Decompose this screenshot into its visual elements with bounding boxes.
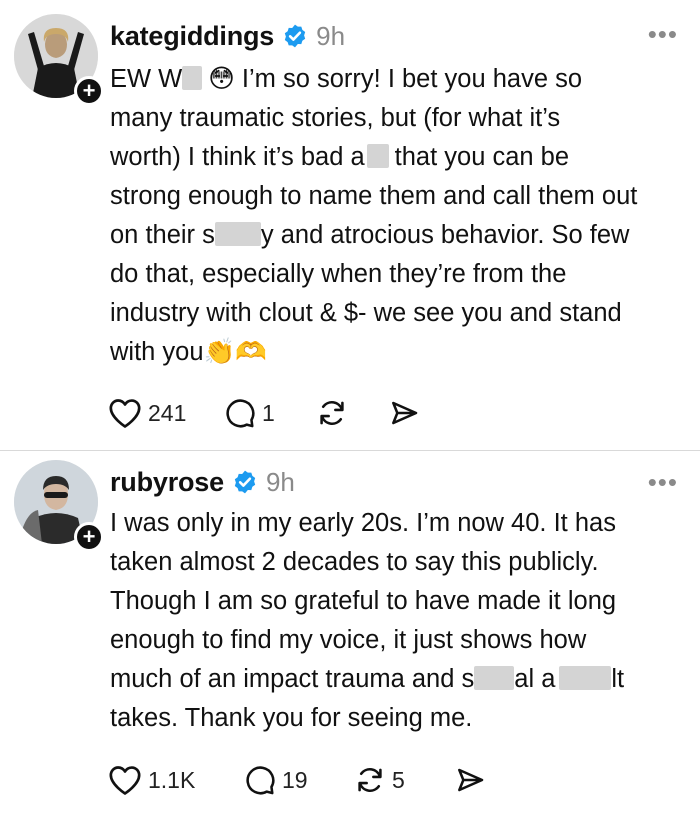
post-header: kategiddings 9h (110, 18, 345, 54)
more-options-icon[interactable]: ••• (648, 469, 678, 495)
verified-badge-icon (232, 469, 258, 495)
text-line: strong enough to name them and call them… (110, 182, 638, 210)
text-line: I was only in my early 20s. I’m now 40. … (110, 509, 616, 537)
repost-icon (320, 401, 344, 425)
username[interactable]: rubyrose (110, 467, 224, 498)
post-kategiddings: + kategiddings 9h ••• EW W 😳 I’m so sorry… (0, 0, 700, 450)
redaction (474, 666, 515, 690)
text-line: on their sy and atrocious behavior. So f… (110, 221, 630, 249)
post-text: EW W 😳 I’m so sorry! I bet you have so ma… (110, 60, 685, 372)
reply-count: 19 (282, 766, 308, 793)
heart-icon (109, 399, 141, 428)
reply-button[interactable]: 19 (244, 760, 354, 800)
share-icon (458, 768, 484, 792)
avatar-wrap[interactable]: + (14, 14, 104, 106)
like-count: 1.1K (148, 766, 196, 793)
text-line: EW W 😳 I’m so sorry! I bet you have so (110, 65, 583, 93)
share-icon (392, 401, 418, 425)
follow-plus-icon[interactable]: + (74, 76, 104, 106)
timestamp: 9h (265, 466, 295, 497)
like-button[interactable]: 241 (108, 393, 224, 433)
timestamp: 9h (316, 20, 346, 51)
repost-count: 5 (392, 766, 405, 793)
post-text: I was only in my early 20s. I’m now 40. … (110, 504, 685, 738)
repost-button[interactable] (316, 393, 388, 433)
repost-icon (358, 768, 382, 792)
repost-button[interactable]: 5 (354, 760, 454, 800)
redaction (182, 66, 203, 90)
heart-icon (109, 766, 141, 795)
reply-button[interactable]: 1 (224, 393, 316, 433)
reply-count: 1 (262, 399, 275, 426)
text-line: Though I am so grateful to have made it … (110, 587, 617, 615)
share-button[interactable] (388, 393, 420, 433)
share-button[interactable] (454, 760, 486, 800)
text-line: industry with clout & $- we see you and … (110, 299, 622, 327)
comment-icon (246, 766, 275, 795)
post-header: rubyrose 9h (110, 464, 295, 500)
more-options-icon[interactable]: ••• (648, 21, 678, 47)
text-line: enough to find my voice, it just shows h… (110, 626, 587, 654)
avatar-wrap[interactable]: + (14, 460, 104, 552)
redaction (214, 222, 261, 246)
like-button[interactable]: 1.1K (108, 760, 244, 800)
text-line: many traumatic stories, but (for what it… (110, 104, 561, 132)
follow-plus-icon[interactable]: + (74, 522, 104, 552)
redaction (559, 666, 612, 690)
post-rubyrose: + rubyrose 9h ••• I was only in my early… (0, 450, 700, 821)
text-line: worth) I think it’s bad a that you can be (110, 143, 570, 171)
comment-icon (226, 399, 255, 428)
verified-badge-icon (282, 23, 308, 49)
text-line: much of an impact trauma and s al a lt (110, 665, 625, 693)
action-bar: 1.1K 19 5 (108, 760, 486, 800)
text-line: taken almost 2 decades to say this publi… (110, 548, 599, 576)
like-count: 241 (148, 399, 187, 426)
action-bar: 241 1 (108, 393, 420, 433)
text-line: takes. Thank you for seeing me. (110, 704, 473, 732)
redaction (366, 144, 389, 168)
username[interactable]: kategiddings (110, 21, 274, 52)
text-line: with you👏🫶 (110, 338, 268, 366)
text-line: do that, especially when they’re from th… (110, 260, 567, 288)
